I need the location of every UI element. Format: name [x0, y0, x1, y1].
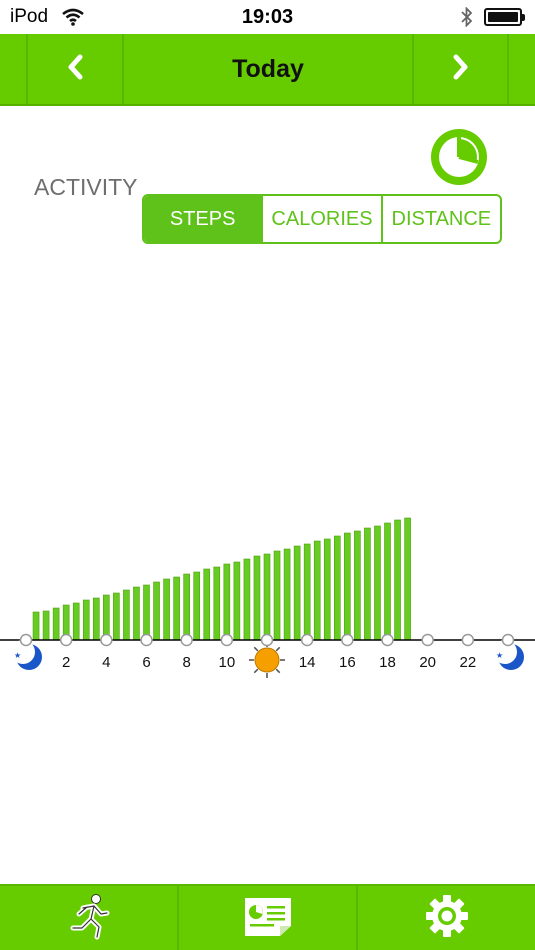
- hour-marker-dot: [220, 633, 234, 647]
- chart-bar: [323, 538, 331, 641]
- running-person-icon: [65, 892, 113, 945]
- bluetooth-icon: [460, 6, 474, 32]
- x-tick-label: 8: [182, 654, 190, 671]
- battery-icon: [484, 8, 525, 26]
- chart-bar: [243, 558, 251, 641]
- chart-bar: [163, 578, 170, 641]
- hour-marker-dot: [381, 633, 394, 647]
- chart-bar: [273, 550, 281, 641]
- activity-heading: ACTIVITY: [34, 174, 138, 200]
- metric-segmented-control: STEPS CALORIES DISTANCE: [142, 194, 502, 244]
- svg-text:★: ★: [14, 651, 21, 660]
- hour-marker-dot: [421, 633, 434, 647]
- clock-time: 19:03: [241, 6, 294, 28]
- chart-bar: [283, 548, 291, 641]
- hour-marker-dot: [100, 633, 113, 647]
- x-tick-label: 16: [339, 654, 356, 671]
- hour-marker-dot: [260, 633, 274, 647]
- chart-bar: [263, 553, 271, 641]
- pie-chart-icon: [430, 129, 488, 190]
- pie-chart-button[interactable]: [430, 128, 488, 186]
- chart-bar: [193, 571, 201, 641]
- x-tick-label: 2: [62, 654, 70, 671]
- chart-bar: [404, 517, 411, 641]
- chart-bar: [113, 592, 120, 641]
- segment-distance[interactable]: DISTANCE: [380, 196, 500, 242]
- hour-marker-dot: [140, 633, 153, 647]
- chart-bar: [123, 589, 130, 641]
- chart-bar: [394, 519, 401, 641]
- chart-bar: [333, 535, 341, 641]
- chart-bar: [183, 573, 190, 641]
- chart-bar: [223, 563, 231, 641]
- chart-bar: [32, 611, 40, 641]
- x-tick-label: 14: [299, 654, 316, 671]
- x-tick-label: 6: [142, 654, 150, 671]
- hour-marker-dot: [180, 633, 193, 647]
- chart-bar: [374, 525, 381, 641]
- chart-bar: [313, 540, 321, 641]
- tab-bar: [0, 884, 535, 950]
- chart-bar: [253, 555, 261, 641]
- x-tick-label: 20: [419, 654, 436, 671]
- chart-bar: [293, 545, 301, 641]
- tab-activity[interactable]: [0, 886, 177, 950]
- chart-bar: [72, 602, 80, 641]
- settings-gear-icon: [424, 893, 470, 944]
- chart-bar: [42, 610, 50, 641]
- chart-bar: [364, 527, 371, 641]
- hour-marker-dot: [59, 633, 73, 647]
- hour-marker-dot: [341, 633, 354, 647]
- segment-steps[interactable]: STEPS: [144, 196, 262, 242]
- navigation-bar: Today: [0, 34, 535, 106]
- chart-bar: [173, 576, 180, 641]
- hour-marker-dot: [300, 633, 314, 647]
- chart-bar: [233, 561, 241, 641]
- next-day-button[interactable]: [414, 34, 507, 104]
- chart-bar: [213, 566, 221, 641]
- segment-calories[interactable]: CALORIES: [261, 196, 380, 242]
- sun-icon: [249, 642, 285, 678]
- x-tick-label: 4: [102, 654, 110, 671]
- segment-steps-label: STEPS: [169, 207, 236, 230]
- chart-bar: [52, 607, 60, 641]
- hourly-activity-chart: 2 4 6 8 10 14 16 18 20 22 ★ ★: [0, 517, 535, 678]
- previous-day-button[interactable]: [28, 34, 122, 104]
- chart-bar: [384, 522, 391, 641]
- tab-settings[interactable]: [356, 886, 535, 950]
- chart-bar: [203, 568, 211, 641]
- chart-bar: [103, 594, 110, 641]
- hour-marker-dot: [19, 633, 33, 647]
- chart-bar: [153, 581, 160, 641]
- segment-distance-label: DISTANCE: [391, 207, 492, 230]
- chart-bar: [344, 532, 351, 641]
- report-card-icon: [242, 894, 294, 943]
- page-title: Today: [232, 54, 304, 83]
- chart-bar: [354, 530, 361, 641]
- chart-bar: [82, 599, 90, 641]
- chevron-right-icon: [452, 54, 470, 85]
- segment-calories-label: CALORIES: [271, 207, 373, 230]
- chart-bar: [303, 543, 311, 641]
- svg-text:★: ★: [496, 651, 503, 660]
- tab-report[interactable]: [177, 886, 356, 950]
- x-tick-label: 18: [379, 654, 396, 671]
- chart-bar: [143, 584, 150, 641]
- chevron-left-icon: [66, 54, 84, 85]
- x-tick-label: 22: [459, 654, 476, 671]
- hour-marker-dot: [461, 633, 475, 647]
- x-tick-label: 10: [218, 654, 235, 671]
- chart-bar: [133, 586, 140, 641]
- hour-marker-dot: [501, 633, 515, 647]
- status-bar: iPod 19:03: [0, 0, 535, 34]
- chart-bar: [92, 597, 100, 641]
